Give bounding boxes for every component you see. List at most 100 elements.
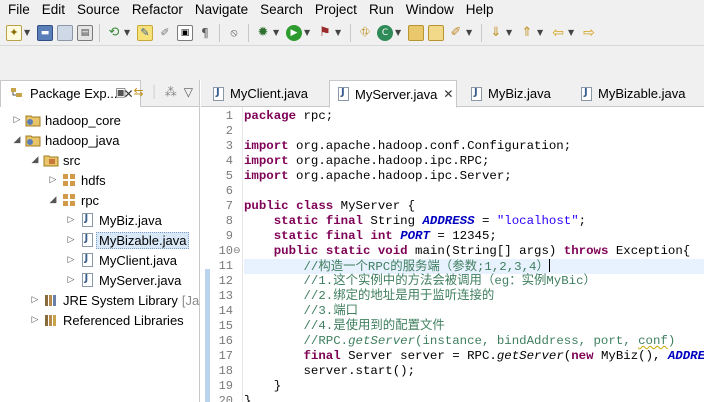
run-dropdown-icon[interactable]: ▼ — [304, 28, 312, 37]
fold-collapse-icon[interactable]: ⊖ — [233, 244, 241, 259]
menu-edit[interactable]: Edit — [36, 0, 71, 20]
mark-occurrences-icon[interactable]: ✐ — [157, 25, 173, 41]
new-dropdown-icon[interactable]: ▼ — [24, 28, 32, 37]
open-type-icon[interactable]: ⟲ — [106, 25, 122, 41]
code-line: import org.apache.hadoop.ipc.RPC; — [244, 154, 490, 168]
prev-annotation-dropdown-icon[interactable]: ▼ — [537, 28, 545, 37]
collapse-icon[interactable]: ◢ — [30, 155, 40, 165]
collapse-icon[interactable]: ◢ — [12, 135, 22, 145]
external-tools-icon[interactable]: ⚑ — [317, 25, 333, 41]
tree-item-label: hdfs — [81, 172, 106, 188]
back-dropdown-icon[interactable]: ▼ — [568, 28, 576, 37]
line-number: 19 — [218, 379, 233, 393]
focus-icon[interactable]: ⁂ — [165, 85, 177, 99]
package-explorer-view: Package Exp... ✕ ▣ ⇆ │ ⁂ ▽ ▷ hadoop_core… — [0, 79, 200, 402]
menu-file[interactable]: File — [2, 0, 36, 20]
java-file-icon — [79, 212, 95, 228]
save-icon[interactable]: ▬ — [37, 24, 53, 41]
open-file-icon[interactable] — [428, 24, 444, 41]
search-dropdown-icon[interactable]: ▼ — [466, 28, 474, 37]
java-file-icon — [79, 232, 95, 248]
block-selection-icon[interactable]: ▣ — [177, 24, 193, 41]
close-icon[interactable]: ✕ — [443, 87, 453, 101]
tab-mybiz-java[interactable]: MyBiz.java — [463, 80, 571, 107]
save-all-icon[interactable] — [57, 24, 73, 41]
expand-icon[interactable]: ▷ — [66, 255, 76, 265]
menu-window[interactable]: Window — [400, 0, 460, 20]
editor-tabbar: MyClient.java MyServer.java ✕ MyBiz.java… — [201, 80, 704, 108]
prev-annotation-icon[interactable]: ⇑ — [519, 25, 535, 41]
menu-project[interactable]: Project — [309, 0, 363, 20]
collapse-all-icon[interactable]: ▣ — [115, 85, 126, 99]
menu-help[interactable]: Help — [460, 0, 500, 20]
menu-search[interactable]: Search — [254, 0, 309, 20]
open-type-dropdown-icon[interactable]: ▼ — [124, 28, 132, 37]
perspective-area — [0, 46, 704, 80]
tree-item-mybizable-java[interactable]: ▷ MyBizable.java — [0, 230, 199, 250]
expand-icon[interactable]: ▷ — [30, 315, 40, 325]
view-menu-icon[interactable]: ▽ — [184, 85, 193, 99]
line-number: 8 — [225, 214, 233, 228]
code-area[interactable]: package rpc; import org.apache.hadoop.co… — [244, 107, 704, 402]
toolbar-separator — [481, 23, 482, 42]
code-line: } — [244, 379, 282, 393]
new-icon[interactable]: ✦ — [6, 24, 22, 41]
expand-icon[interactable]: ▷ — [48, 175, 58, 185]
open-folder-icon[interactable] — [408, 24, 424, 41]
code-line: static final int PORT = 12345; — [273, 229, 497, 243]
skip-breakpoints-icon[interactable]: ⦸ — [226, 25, 242, 41]
expand-icon[interactable]: ▷ — [66, 215, 76, 225]
tab-mybizable-java[interactable]: MyBizable.java — [573, 80, 703, 107]
tree-item-hadoop-core[interactable]: ▷ hadoop_core — [0, 110, 199, 130]
line-number: 11 — [218, 259, 233, 273]
menu-navigate[interactable]: Navigate — [189, 0, 254, 20]
tab-myserver-java[interactable]: MyServer.java ✕ — [329, 80, 457, 108]
expand-icon[interactable]: ▷ — [66, 275, 76, 285]
tree-item-jre-system-library[interactable]: ▷ JRE System Library [Ja — [0, 290, 200, 310]
tree-item-label: MyBizable.java — [96, 231, 190, 249]
tree-item-hadoop-java[interactable]: ◢ hadoop_java — [0, 130, 199, 150]
tree-item-myserver-java[interactable]: ▷ MyServer.java — [0, 270, 199, 290]
library-icon — [43, 312, 59, 328]
search-tool-icon[interactable]: ✐ — [448, 25, 464, 41]
show-whitespace-icon[interactable]: ¶ — [197, 25, 213, 41]
menu-run[interactable]: Run — [363, 0, 400, 20]
menu-refactor[interactable]: Refactor — [126, 0, 189, 20]
code-line: public class MyServer { — [244, 199, 416, 213]
package-explorer-icon — [9, 86, 25, 102]
tree-item-myclient-java[interactable]: ▷ MyClient.java — [0, 250, 199, 270]
new-class-dropdown-icon[interactable]: ▼ — [395, 28, 403, 37]
next-annotation-dropdown-icon[interactable]: ▼ — [506, 28, 514, 37]
forward-icon[interactable]: ⇨ — [581, 25, 597, 41]
highlight-pen-icon[interactable]: ✎ — [137, 24, 153, 41]
link-with-editor-icon[interactable]: ⇆ — [133, 85, 143, 99]
debug-icon[interactable]: ✹ — [255, 25, 271, 41]
line-number: 18 — [218, 364, 233, 378]
new-class-icon[interactable]: C — [377, 24, 393, 41]
menu-source[interactable]: Source — [71, 0, 126, 20]
code-line: //2.绑定的地址是用于监听连接的 — [303, 289, 495, 303]
tree-item-src[interactable]: ◢ src — [0, 150, 199, 170]
view-menu-separator: │ — [150, 85, 158, 99]
expand-icon[interactable]: ▷ — [66, 235, 76, 245]
tab-myclient-java[interactable]: MyClient.java — [205, 80, 329, 107]
external-tools-dropdown-icon[interactable]: ▼ — [335, 28, 343, 37]
expand-icon[interactable]: ▷ — [12, 115, 22, 125]
next-annotation-icon[interactable]: ⇓ — [488, 25, 504, 41]
new-java-project-icon[interactable]: ⛗ — [357, 25, 373, 41]
package-explorer-tabbar: Package Exp... ✕ ▣ ⇆ │ ⁂ ▽ — [0, 79, 199, 107]
library-icon — [43, 292, 59, 308]
toolbar-separator — [99, 23, 100, 42]
run-icon[interactable]: ▶ — [286, 24, 302, 41]
collapse-icon[interactable]: ◢ — [48, 195, 58, 205]
tree-item-hdfs[interactable]: ▷ hdfs — [0, 170, 199, 190]
menu-bar: File Edit Source Refactor Navigate Searc… — [0, 0, 704, 20]
line-number: 3 — [225, 139, 233, 153]
tree-item-referenced-libraries[interactable]: ▷ Referenced Libraries — [0, 310, 199, 330]
tree-item-rpc[interactable]: ◢ rpc — [0, 190, 199, 210]
tree-item-mybiz-java[interactable]: ▷ MyBiz.java — [0, 210, 199, 230]
print-icon[interactable]: ▤ — [77, 24, 93, 41]
expand-icon[interactable]: ▷ — [30, 295, 40, 305]
debug-dropdown-icon[interactable]: ▼ — [273, 28, 281, 37]
back-icon[interactable]: ⇦ — [550, 25, 566, 41]
